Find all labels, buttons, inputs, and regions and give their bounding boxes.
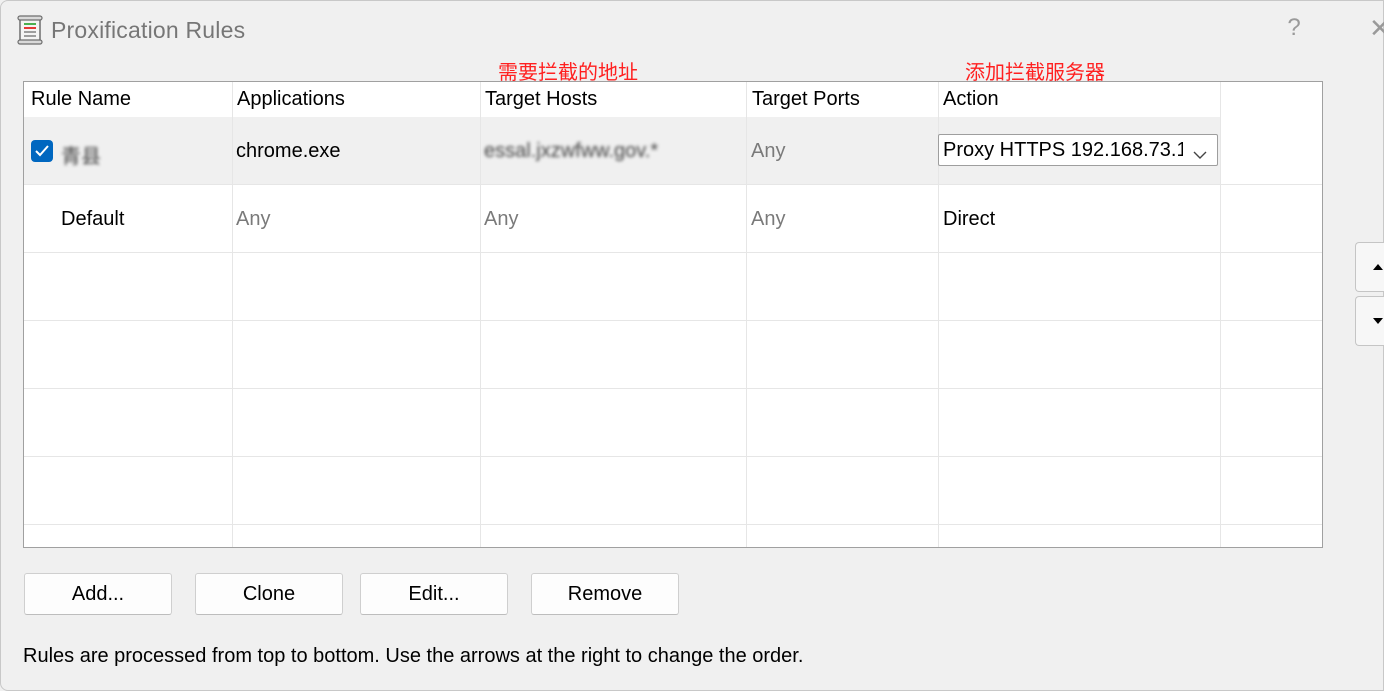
order-hint-text: Rules are processed from top to bottom. … <box>23 645 804 667</box>
close-button[interactable]: ✕ <box>1369 13 1384 44</box>
row-divider <box>24 184 1322 185</box>
move-up-button[interactable] <box>1355 242 1384 292</box>
help-button[interactable]: ? <box>1282 14 1306 42</box>
column-header-target-hosts[interactable]: Target Hosts <box>485 88 597 111</box>
proxification-rules-window: Proxification Rules ? ✕ 需要拦截的地址 添加拦截服务器 … <box>0 0 1384 691</box>
column-header-rule-name[interactable]: Rule Name <box>31 88 131 111</box>
rules-scroll-icon <box>17 15 43 45</box>
action-dropdown[interactable]: Proxy HTTPS 192.168.73.1 <box>938 134 1218 166</box>
window-title: Proxification Rules <box>51 17 246 43</box>
column-header-applications[interactable]: Applications <box>237 88 345 111</box>
action-dropdown-value: Proxy HTTPS 192.168.73.1 <box>943 139 1183 161</box>
title-bar: Proxification Rules ? ✕ <box>1 1 1384 61</box>
rule-name-cell: 青县 <box>61 146 101 168</box>
column-header-action[interactable]: Action <box>943 88 999 111</box>
action-cell: Direct <box>943 208 996 230</box>
column-divider <box>480 82 481 547</box>
applications-cell: chrome.exe <box>236 140 341 162</box>
edit-button[interactable]: Edit... <box>360 573 508 615</box>
rules-table[interactable]: Rule Name Applications Target Hosts Targ… <box>23 81 1323 548</box>
rule-name-cell: Default <box>61 208 125 230</box>
column-divider <box>1220 82 1221 547</box>
column-divider <box>746 82 747 547</box>
rule-enabled-checkbox[interactable] <box>31 140 53 162</box>
target-ports-cell: Any <box>751 140 786 162</box>
clone-button[interactable]: Clone <box>195 573 343 615</box>
row-divider <box>24 524 1322 525</box>
applications-cell: Any <box>236 208 271 230</box>
row-divider <box>24 456 1322 457</box>
column-divider <box>232 82 233 547</box>
chevron-down-icon <box>1193 145 1207 164</box>
remove-button[interactable]: Remove <box>531 573 679 615</box>
target-hosts-blurred: essal.jxzwfww.gov.* <box>484 140 659 162</box>
column-header-target-ports[interactable]: Target Ports <box>752 88 860 111</box>
target-hosts-cell: essal.jxzwfww.gov.* <box>484 140 658 163</box>
move-down-button[interactable] <box>1355 296 1384 346</box>
row-divider <box>24 388 1322 389</box>
row-divider <box>24 320 1322 321</box>
target-hosts-cell: Any <box>484 208 519 230</box>
target-ports-cell: Any <box>751 208 786 230</box>
row-divider <box>24 252 1322 253</box>
add-button[interactable]: Add... <box>24 573 172 615</box>
